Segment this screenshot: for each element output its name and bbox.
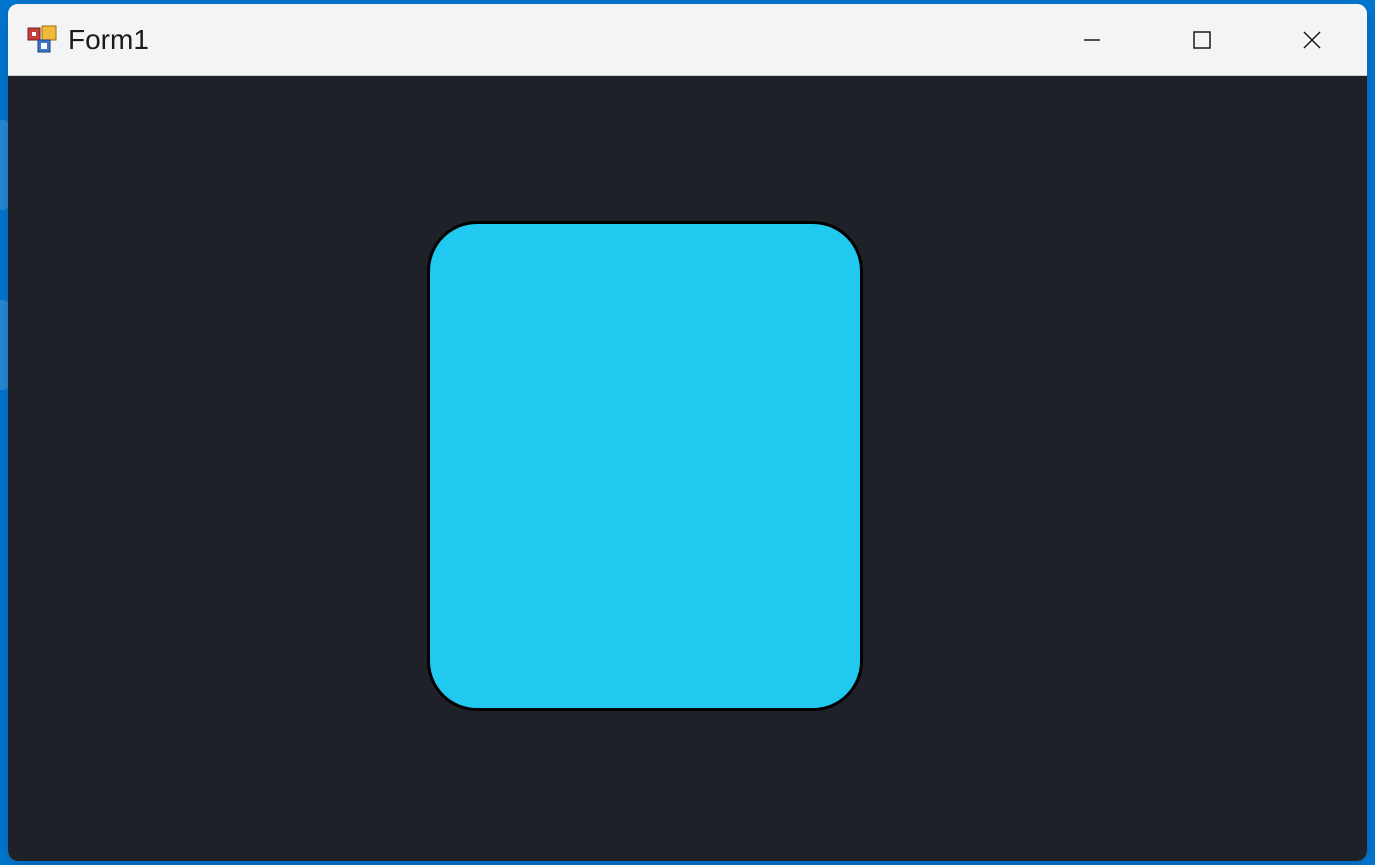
client-area <box>8 76 1367 861</box>
app-window: Form1 <box>8 4 1367 861</box>
titlebar[interactable]: Form1 <box>8 4 1367 76</box>
window-title: Form1 <box>68 24 149 56</box>
minimize-button[interactable] <box>1037 4 1147 76</box>
maximize-icon <box>1192 30 1212 50</box>
minimize-icon <box>1080 28 1104 52</box>
maximize-button[interactable] <box>1147 4 1257 76</box>
app-icon <box>26 24 58 56</box>
window-controls <box>1037 4 1367 75</box>
desktop-edge-hint <box>0 410 8 500</box>
rounded-panel <box>427 221 863 711</box>
desktop-edge-hint <box>0 120 8 210</box>
close-icon <box>1300 28 1324 52</box>
desktop-edge-hint <box>0 300 8 390</box>
close-button[interactable] <box>1257 4 1367 76</box>
